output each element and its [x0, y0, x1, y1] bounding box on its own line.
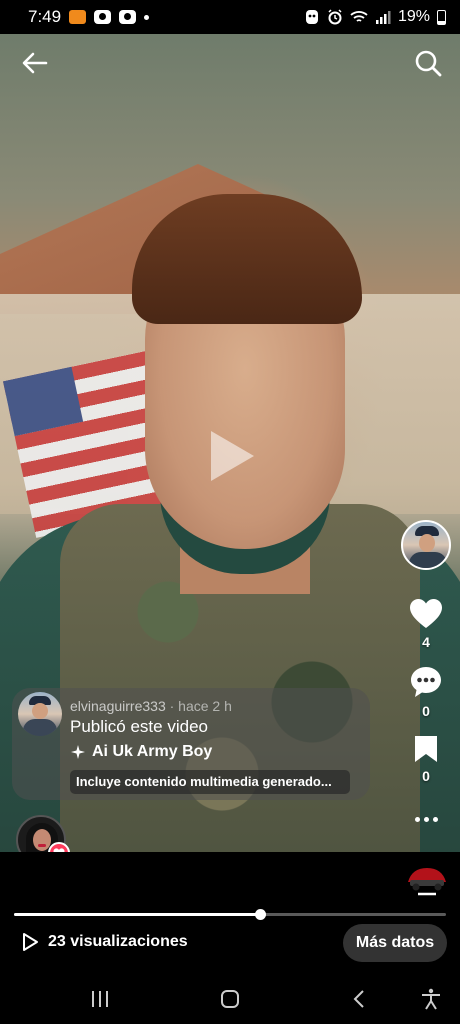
- post-time: · hace 2 h: [165, 698, 232, 714]
- views-row[interactable]: 23 visualizaciones: [20, 932, 188, 952]
- dot: [423, 816, 429, 822]
- dot: [432, 816, 438, 822]
- avatar-head: [419, 534, 435, 552]
- play-outline-icon: [23, 933, 38, 951]
- avatar-lips: [38, 844, 46, 847]
- battery-icon: [437, 9, 446, 25]
- effect-name: Ai Uk Army Boy: [92, 743, 213, 760]
- save-button[interactable]: 0: [405, 734, 447, 784]
- wifi-icon: [350, 11, 368, 22]
- status-bar: 7:49 19%: [0, 0, 460, 34]
- notification-dot-icon: [144, 14, 150, 20]
- home-icon[interactable]: [218, 988, 242, 1010]
- video-progress-bar[interactable]: [14, 909, 446, 920]
- progress-fill: [14, 913, 261, 916]
- ghost-icon: [305, 10, 318, 24]
- avatar-body: [23, 719, 57, 736]
- ai-generated-label[interactable]: Incluye contenido multimedia generado...: [70, 770, 350, 794]
- comment-icon: [411, 667, 441, 697]
- battery-percent: 19%: [397, 8, 430, 25]
- orange-app-icon: [69, 10, 87, 24]
- save-count: 0: [422, 768, 430, 784]
- video-icon: [119, 10, 137, 24]
- like-count: 4: [422, 634, 430, 650]
- arrow-left-icon[interactable]: [20, 48, 50, 78]
- signal-icon: [375, 11, 391, 24]
- views-count: 23 visualizaciones: [48, 933, 188, 950]
- dot: [414, 816, 420, 822]
- recent-apps-icon[interactable]: [88, 988, 112, 1010]
- effect-link[interactable]: Ai Uk Army Boy: [70, 743, 212, 761]
- post-meta: elvinaguirre333 · hace 2 h: [70, 698, 232, 714]
- effect-sparkle-icon: [71, 745, 85, 759]
- post-username[interactable]: elvinaguirre333: [70, 698, 166, 714]
- accessibility-icon[interactable]: [419, 988, 443, 1010]
- like-button[interactable]: 4: [405, 598, 447, 650]
- comment-button[interactable]: 0: [405, 665, 447, 719]
- post-author-avatar[interactable]: [18, 692, 62, 736]
- heart-icon: [410, 599, 442, 628]
- back-icon[interactable]: [348, 988, 372, 1010]
- avatar-head: [32, 703, 48, 719]
- status-left: 7:49: [28, 7, 150, 27]
- status-time: 7:49: [28, 7, 62, 26]
- bookmark-icon: [415, 736, 437, 762]
- post-title: Publicó este video: [70, 717, 208, 736]
- more-options-icon[interactable]: [410, 810, 442, 828]
- avatar-body: [409, 552, 447, 568]
- status-right: 19%: [304, 8, 446, 26]
- comment-count: 0: [422, 703, 430, 719]
- video-icon: [94, 10, 112, 24]
- drift-sound-icon[interactable]: [404, 858, 450, 900]
- more-data-button[interactable]: Más datos: [343, 924, 447, 962]
- creator-avatar[interactable]: [401, 520, 451, 570]
- search-icon[interactable]: [413, 48, 443, 78]
- play-icon[interactable]: [207, 428, 257, 484]
- alarm-icon: [328, 9, 342, 25]
